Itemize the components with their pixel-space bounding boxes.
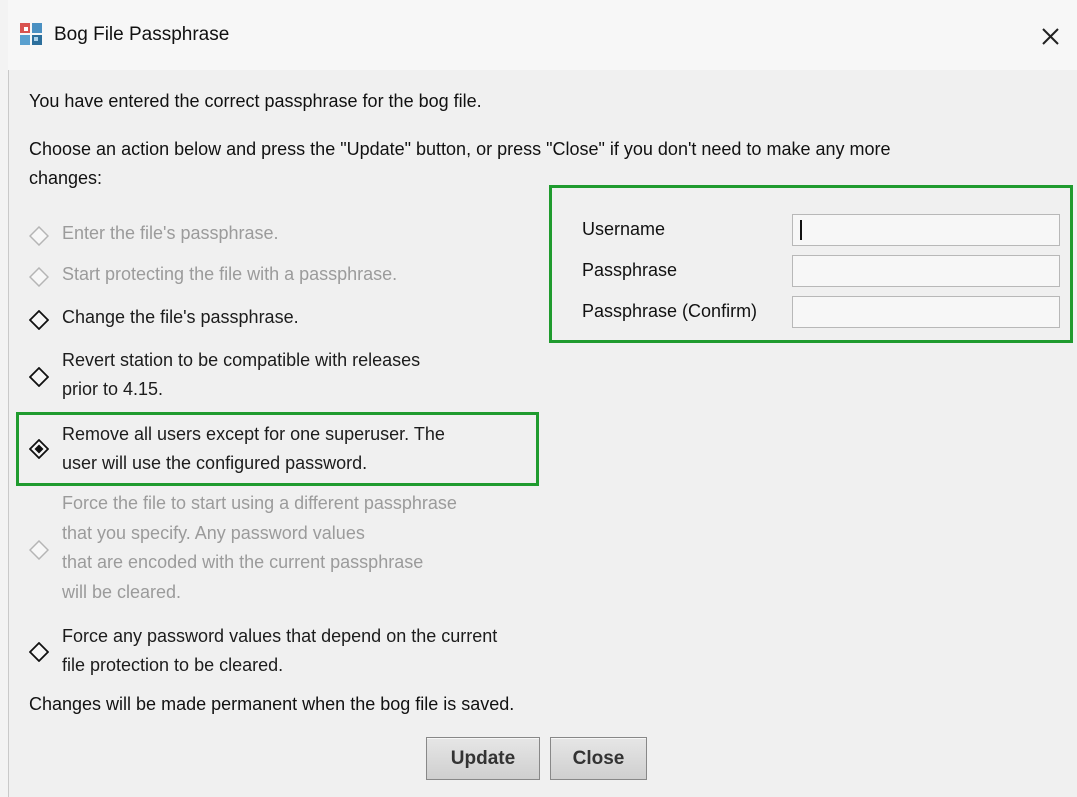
footer-note: Changes will be made permanent when the …: [29, 694, 515, 714]
passphrase-label: Passphrase: [582, 260, 678, 280]
radio-diamond-icon: [29, 267, 49, 287]
radio-diamond-icon: [29, 226, 49, 246]
radio-diamond-icon: [29, 540, 49, 560]
passphrase-confirm-field[interactable]: [792, 296, 1060, 328]
radio-diamond-icon: [29, 310, 49, 330]
close-icon[interactable]: [1032, 20, 1068, 52]
option-label-line-3: that are encoded with the current passph…: [62, 552, 424, 572]
option-label-line-4: will be cleared.: [62, 582, 182, 602]
dialog-title: Bog File Passphrase: [54, 24, 230, 45]
passphrase-confirm-label: Passphrase (Confirm): [582, 301, 758, 321]
selected-option-highlight: [16, 412, 539, 486]
text-caret: [800, 220, 802, 240]
close-button[interactable]: Close: [550, 737, 647, 780]
instructions-text-1: Choose an action below and press the "Up…: [29, 139, 891, 159]
option-label: Start protecting the file with a passphr…: [62, 264, 398, 284]
option-label-line-1: Force any password values that depend on…: [62, 626, 498, 646]
instructions-text-2: changes:: [29, 168, 103, 188]
option-label-line-1: Revert station to be compatible with rel…: [62, 350, 421, 370]
username-label: Username: [582, 219, 666, 239]
username-field[interactable]: [792, 214, 1060, 246]
app-icon: [19, 22, 43, 46]
update-button[interactable]: Update: [426, 737, 540, 780]
option-label: Change the file's passphrase.: [62, 307, 299, 327]
passphrase-field[interactable]: [792, 255, 1060, 287]
intro-text: You have entered the correct passphrase …: [29, 91, 482, 111]
option-label-line-1: Force the file to start using a differen…: [62, 493, 457, 513]
option-label-line-2: prior to 4.15.: [62, 379, 164, 399]
radio-diamond-icon: [29, 367, 49, 387]
radio-diamond-icon: [29, 642, 49, 662]
option-label-line-2: file protection to be cleared.: [62, 655, 284, 675]
option-label: Enter the file's passphrase.: [62, 223, 279, 243]
option-label-line-2: that you specify. Any password values: [62, 523, 365, 543]
